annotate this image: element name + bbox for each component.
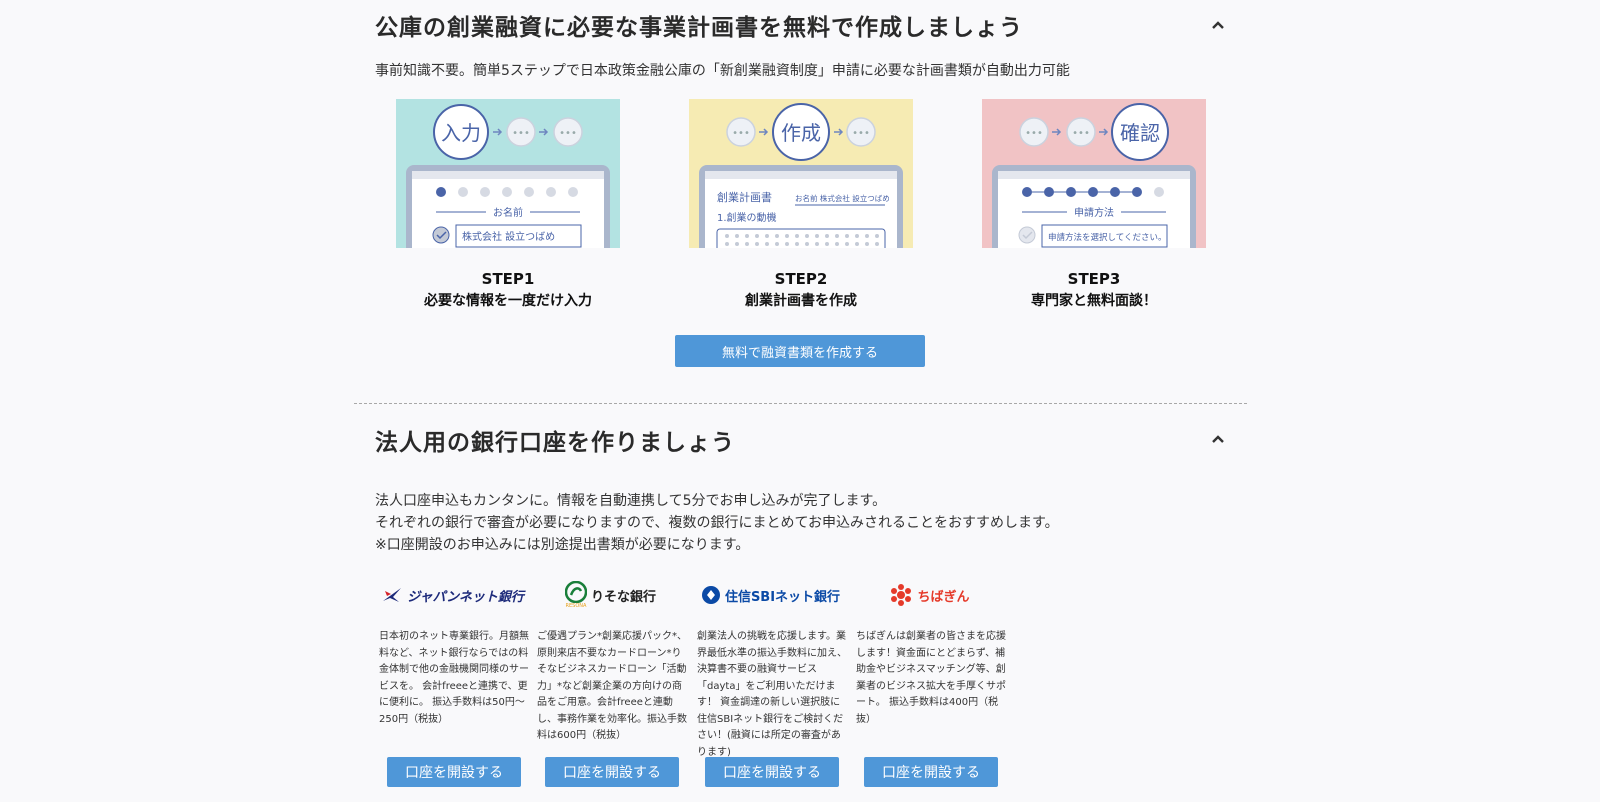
sbi-logo-icon [701,586,720,604]
bank-name: ちばぎん [917,589,970,605]
bank-logo: ちばぎん [852,577,1007,613]
japannet-logo-icon [383,588,402,602]
open-account-button[interactable]: 口座を開設する [864,757,998,787]
open-account-button[interactable]: 口座を開設する [545,757,679,787]
bank-name: ジャパンネット銀行 [407,589,524,605]
chibagin-logo-icon [891,584,912,606]
bank-name: りそな銀行 [590,589,656,605]
lead-line: それぞれの銀行で審査が必要になりますので、複数の銀行にまとめてお申込みされること… [375,515,1059,531]
section-bank-account: 法人用の銀行口座を作りましょう 法人口座申込もカンタンに。情報を自動連携して5分… [375,0,1245,802]
resona-sub: RESONA [565,603,587,609]
bank-name: 住信SBIネット銀行 [724,589,841,605]
bank-logo: RESONA りそな銀行 [533,577,688,613]
chevron-up-icon[interactable] [1211,432,1225,446]
lead-line: 法人口座申込もカンタンに。情報を自動連携して5分でお申し込みが完了します。 [375,493,887,509]
bank-description: ご優遇プラン*創業応援パック*、原則来店不要なカードローン*りそなビジネスカード… [537,631,687,741]
lead-line: ※口座開設のお申込みには別途提出書類が必要になります。 [375,537,750,553]
open-account-button[interactable]: 口座を開設する [705,757,839,787]
resona-mark: RESONA [564,581,587,609]
resona-logo-icon [564,581,587,603]
bank-description: 日本初のネット専業銀行。月額無料など、ネット銀行ならではの料金体制で他の金融機関… [379,631,529,725]
bank-card-sbi: 住信SBIネット銀行 創業法人の挑戦を応援します。業界最低水準の振込手数料に加え… [693,577,848,787]
open-account-button[interactable]: 口座を開設する [387,757,521,787]
bank-logo: 住信SBIネット銀行 [693,577,848,613]
bank-card-japannet: ジャパンネット銀行 日本初のネット専業銀行。月額無料など、ネット銀行ならではの料… [375,577,530,787]
section-title: 法人用の銀行口座を作りましょう [375,430,735,456]
bank-logo: ジャパンネット銀行 [375,577,530,613]
bank-card-chibagin: ちばぎん ちばぎんは創業者の皆さまを応援します！資金面にとどまらず、補助金やビジ… [852,577,1007,787]
bank-description: ちばぎんは創業者の皆さまを応援します！資金面にとどまらず、補助金やビジネスマッチ… [856,631,1006,725]
bank-description: 創業法人の挑戦を応援します。業界最低水準の振込手数料に加え、 決算書不要の融資サ… [697,631,847,758]
section-lead: 法人口座申込もカンタンに。情報を自動連携して5分でお申し込みが完了します。 それ… [375,490,1059,556]
bank-card-resona: RESONA りそな銀行 ご優遇プラン*創業応援パック*、原則来店不要なカードロ… [533,577,688,787]
